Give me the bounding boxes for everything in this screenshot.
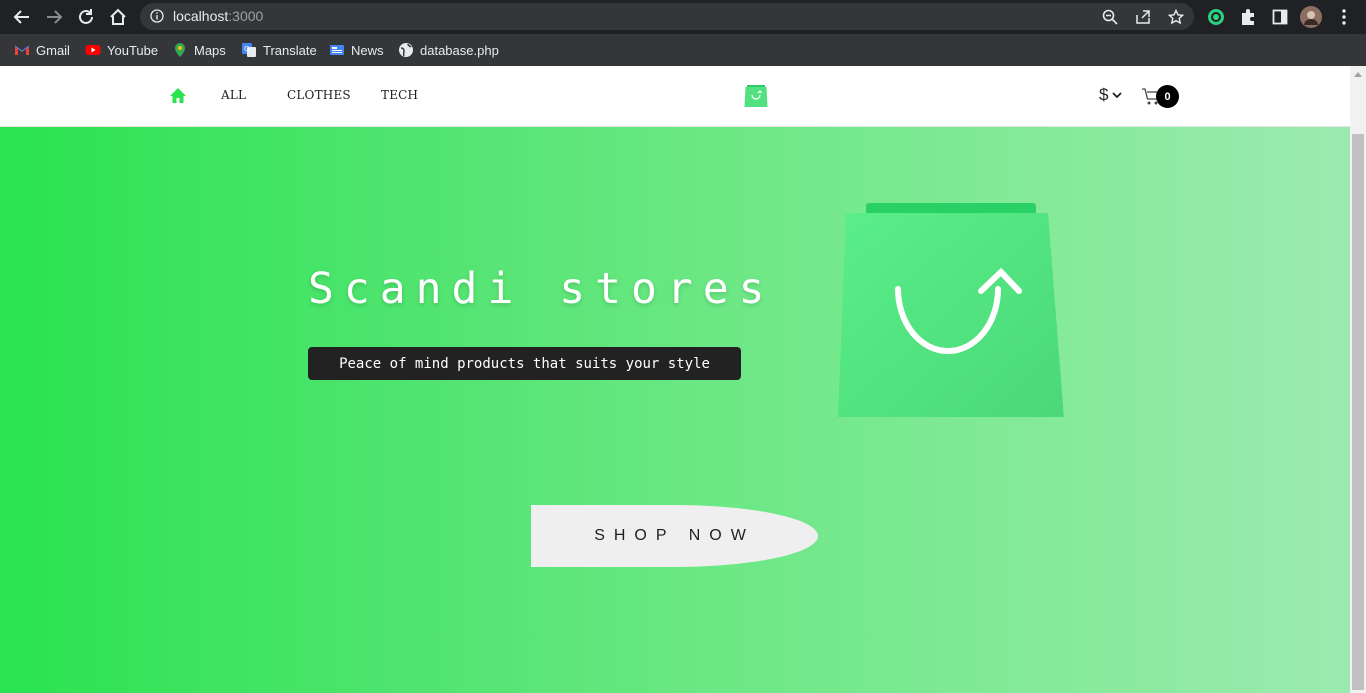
gmail-icon [14, 45, 30, 55]
site-header: ALL CLOTHES TECH $ 0 [0, 66, 1350, 127]
bookmark-label: YouTube [107, 42, 159, 58]
home-button[interactable] [106, 5, 130, 29]
extensions-puzzle-icon[interactable] [1236, 5, 1260, 29]
bookmark-label: Translate [263, 42, 317, 58]
address-bar[interactable]: localhost:3000 [140, 3, 1194, 30]
nav-link-clothes[interactable]: CLOTHES [287, 88, 351, 102]
cart-count-badge[interactable]: 0 [1156, 85, 1179, 108]
bookmark-translate[interactable]: G Translate [241, 40, 317, 60]
chevron-down-icon [1112, 92, 1123, 99]
side-panel-icon[interactable] [1268, 5, 1292, 29]
hero-tagline: Peace of mind products that suits your s… [308, 347, 741, 380]
news-icon [330, 45, 344, 55]
extension-recorder-icon[interactable] [1204, 5, 1228, 29]
bookmark-star-icon[interactable] [1166, 8, 1186, 26]
web-page: ALL CLOTHES TECH $ 0 Scandi stores Peace… [0, 66, 1366, 693]
url-host: localhost [173, 8, 229, 24]
shopping-bag-logo-icon [744, 85, 768, 107]
bookmark-maps[interactable]: Maps [172, 40, 226, 60]
scroll-up-arrow-icon[interactable] [1354, 72, 1362, 77]
nav-link-all[interactable]: ALL [221, 88, 246, 102]
shopping-bag-illustration [838, 203, 1064, 417]
maps-icon [175, 43, 185, 57]
youtube-icon [85, 45, 101, 55]
globe-icon [399, 43, 413, 57]
forward-arrow-icon [47, 10, 63, 24]
bookmark-label: News [351, 42, 384, 58]
site-info-icon[interactable] [150, 9, 164, 28]
page-content: ALL CLOTHES TECH $ 0 Scandi stores Peace… [0, 66, 1350, 693]
bookmark-gmail[interactable]: Gmail [14, 40, 70, 60]
bookmark-news[interactable]: News [329, 40, 384, 60]
bookmark-database[interactable]: database.php [398, 40, 499, 60]
back-button[interactable] [10, 5, 34, 29]
nav-link-tech[interactable]: TECH [381, 88, 418, 102]
profile-avatar[interactable] [1299, 5, 1323, 29]
reload-icon [79, 9, 93, 24]
browser-menu-icon[interactable] [1332, 5, 1356, 29]
scrollbar-thumb[interactable] [1352, 134, 1364, 690]
browser-toolbar: localhost:3000 [0, 0, 1366, 34]
bookmark-youtube[interactable]: YouTube [85, 40, 158, 60]
hero-title: Scandi stores [308, 264, 775, 314]
url-port: :3000 [228, 8, 264, 24]
zoom-icon[interactable] [1100, 8, 1120, 26]
translate-icon: G [242, 43, 256, 57]
currency-switcher[interactable]: $ [1099, 85, 1123, 105]
bookmark-label: Maps [194, 42, 226, 58]
url-text[interactable]: localhost:3000 [173, 8, 263, 24]
reload-button[interactable] [74, 5, 98, 29]
share-icon[interactable] [1133, 8, 1153, 26]
page-scrollbar[interactable] [1350, 66, 1366, 693]
bookmarks-bar: Gmail YouTube Maps G Translate News data… [0, 34, 1366, 66]
nav-home-link[interactable] [169, 87, 187, 105]
forward-button[interactable] [42, 5, 66, 29]
back-arrow-icon [13, 10, 29, 24]
shop-now-button[interactable]: SHOP NOW [531, 505, 818, 567]
svg-text:G: G [244, 45, 249, 53]
home-icon [170, 88, 186, 103]
currency-symbol: $ [1099, 85, 1109, 104]
site-logo[interactable] [744, 84, 768, 108]
hero-banner: Scandi stores Peace of mind products tha… [0, 127, 1350, 693]
bookmark-label: Gmail [36, 42, 70, 58]
bookmark-label: database.php [420, 42, 499, 58]
home-outline-icon [110, 8, 126, 25]
